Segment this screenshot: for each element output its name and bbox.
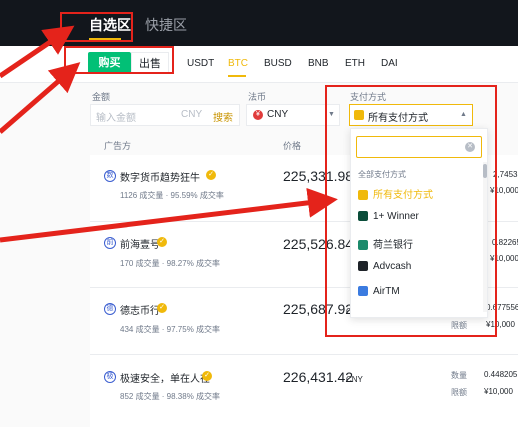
- arrow-to-buy: [0, 62, 81, 134]
- annotation-arrows: [0, 25, 338, 243]
- arrow-to-favorites: [0, 25, 75, 79]
- arrow-to-payment: [0, 187, 338, 243]
